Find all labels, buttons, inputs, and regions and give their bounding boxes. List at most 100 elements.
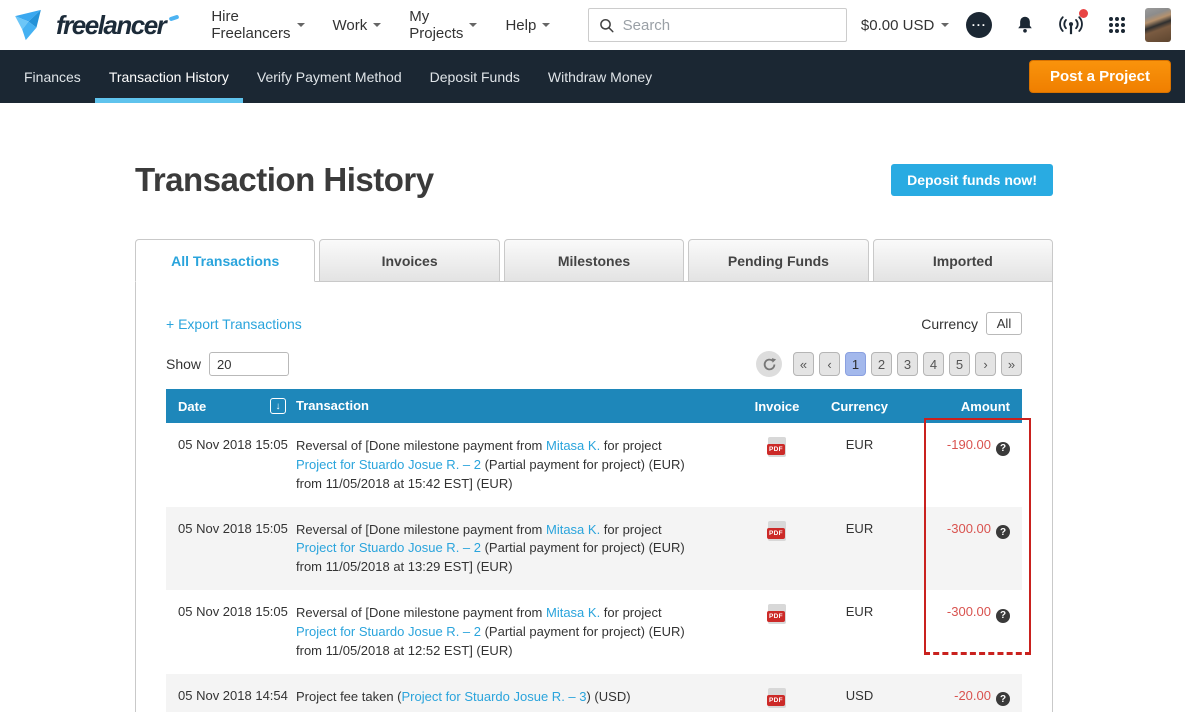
amount-help-icon[interactable]: ? (996, 692, 1010, 706)
cell-currency: EUR (812, 521, 907, 536)
tab-milestones[interactable]: Milestones (504, 239, 684, 282)
deposit-funds-button[interactable]: Deposit funds now! (891, 164, 1053, 196)
header-amount: Amount (907, 399, 1022, 414)
cell-invoice (742, 688, 812, 708)
page-button-5[interactable]: 5 (949, 352, 970, 376)
currency-input[interactable] (986, 312, 1022, 335)
transaction-link[interactable]: Mitasa K. (546, 605, 600, 620)
topnav-item-my-projects[interactable]: My Projects (399, 0, 487, 50)
transaction-link[interactable]: Project for Stuardo Josue R. – 2 (296, 457, 481, 472)
topnav-item-work[interactable]: Work (323, 0, 392, 50)
amount-help-icon[interactable]: ? (996, 609, 1010, 623)
page-title: Transaction History (135, 161, 434, 199)
cell-amount: -300.00? (907, 604, 1022, 623)
subnav-item-verify-payment-method[interactable]: Verify Payment Method (243, 50, 416, 103)
chat-icon: ··· (966, 12, 992, 38)
apps-grid-icon (1107, 15, 1127, 35)
cell-currency: EUR (812, 604, 907, 619)
cell-invoice (742, 521, 812, 541)
main-content: Transaction History Deposit funds now! A… (135, 161, 1053, 712)
page-button-2[interactable]: 2 (871, 352, 892, 376)
pdf-icon[interactable] (768, 688, 786, 708)
topnav-menu: Hire FreelancersWorkMy ProjectsHelp (201, 0, 560, 50)
subnav-item-transaction-history[interactable]: Transaction History (95, 50, 243, 103)
cell-date: 05 Nov 2018 14:54 (166, 688, 296, 703)
chevron-down-icon (469, 23, 477, 27)
logo-swoosh (169, 15, 180, 22)
header-transaction: Transaction (296, 397, 742, 416)
refresh-icon (762, 357, 777, 372)
search-icon (599, 17, 614, 34)
apps-button[interactable] (1103, 11, 1131, 39)
logo-wordmark: freelancer (56, 10, 165, 41)
page-buttons: «‹12345›» (793, 352, 1022, 376)
notifications-button[interactable] (1011, 11, 1039, 39)
tab-all-transactions[interactable]: All Transactions (135, 239, 315, 282)
cell-amount: -190.00? (907, 437, 1022, 456)
chevron-down-icon (297, 23, 305, 27)
broadcast-icon (1059, 14, 1083, 36)
top-navbar: freelancer Hire FreelancersWorkMy Projec… (0, 0, 1185, 50)
post-project-button[interactable]: Post a Project (1029, 60, 1171, 93)
transaction-link[interactable]: Project for Stuardo Josue R. – 2 (296, 540, 481, 555)
search-box[interactable] (588, 8, 847, 42)
topnav-item-help[interactable]: Help (495, 0, 560, 50)
page-button-«[interactable]: « (793, 352, 814, 376)
tab-pending-funds[interactable]: Pending Funds (688, 239, 868, 282)
freelancer-logo[interactable]: freelancer (14, 9, 179, 41)
cell-amount: -20.00? (907, 688, 1022, 707)
table-row: 05 Nov 2018 15:05Reversal of [Done miles… (166, 590, 1022, 674)
amount-help-icon[interactable]: ? (996, 525, 1010, 539)
transaction-link[interactable]: Mitasa K. (546, 522, 600, 537)
transaction-link[interactable]: Mitasa K. (546, 438, 600, 453)
amount-value: -20.00 (954, 688, 991, 703)
subnav-item-finances[interactable]: Finances (10, 50, 95, 103)
export-transactions-link[interactable]: + Export Transactions (166, 316, 302, 332)
table-row: 05 Nov 2018 14:54Project fee taken (Proj… (166, 674, 1022, 712)
search-input[interactable] (623, 17, 836, 34)
amount-help-icon[interactable]: ? (996, 442, 1010, 456)
page-button-‹[interactable]: ‹ (819, 352, 840, 376)
page-button-›[interactable]: › (975, 352, 996, 376)
cell-date: 05 Nov 2018 15:05 (166, 521, 296, 536)
cell-invoice (742, 604, 812, 624)
avatar[interactable] (1145, 8, 1171, 42)
live-feed-button[interactable] (1057, 11, 1085, 39)
sort-date-icon[interactable]: ↓ (270, 398, 286, 414)
controls-row-2: Show «‹12345›» (166, 351, 1022, 377)
subnav-item-withdraw-money[interactable]: Withdraw Money (534, 50, 666, 103)
cell-transaction: Reversal of [Done milestone payment from… (296, 521, 742, 578)
transaction-link[interactable]: Project for Stuardo Josue R. – 2 (296, 624, 481, 639)
topnav-item-hire-freelancers[interactable]: Hire Freelancers (201, 0, 314, 50)
header-invoice: Invoice (742, 399, 812, 414)
page-header: Transaction History Deposit funds now! (135, 161, 1053, 199)
chat-button[interactable]: ··· (965, 11, 993, 39)
page-button-»[interactable]: » (1001, 352, 1022, 376)
refresh-button[interactable] (756, 351, 782, 377)
show-label: Show (166, 356, 201, 372)
pdf-icon[interactable] (768, 604, 786, 624)
currency-filter: Currency (921, 312, 1022, 335)
cell-transaction: Reversal of [Done milestone payment from… (296, 437, 742, 494)
tab-imported[interactable]: Imported (873, 239, 1053, 282)
chevron-down-icon (542, 23, 550, 27)
header-date: Date ↓ (166, 389, 296, 423)
subnav-items: FinancesTransaction HistoryVerify Paymen… (10, 50, 666, 103)
subnav-item-deposit-funds[interactable]: Deposit Funds (416, 50, 534, 103)
topbar-icons: ··· (965, 11, 1131, 39)
balance-dropdown[interactable]: $0.00 USD (861, 17, 949, 34)
transaction-link[interactable]: Project for Stuardo Josue R. – 3 (402, 689, 587, 704)
show-count-input[interactable] (209, 352, 289, 376)
tab-invoices[interactable]: Invoices (319, 239, 499, 282)
pdf-icon[interactable] (768, 521, 786, 541)
table-row: 05 Nov 2018 15:05Reversal of [Done miles… (166, 423, 1022, 507)
page-button-3[interactable]: 3 (897, 352, 918, 376)
controls-row-1: + Export Transactions Currency (166, 312, 1022, 335)
transactions-table: Date ↓ Transaction Invoice Currency Amou… (166, 389, 1022, 712)
page-button-4[interactable]: 4 (923, 352, 944, 376)
page-button-1[interactable]: 1 (845, 352, 866, 376)
cell-date: 05 Nov 2018 15:05 (166, 604, 296, 619)
cell-currency: USD (812, 688, 907, 703)
freelancer-bird-icon (14, 9, 50, 41)
pdf-icon[interactable] (768, 437, 786, 457)
